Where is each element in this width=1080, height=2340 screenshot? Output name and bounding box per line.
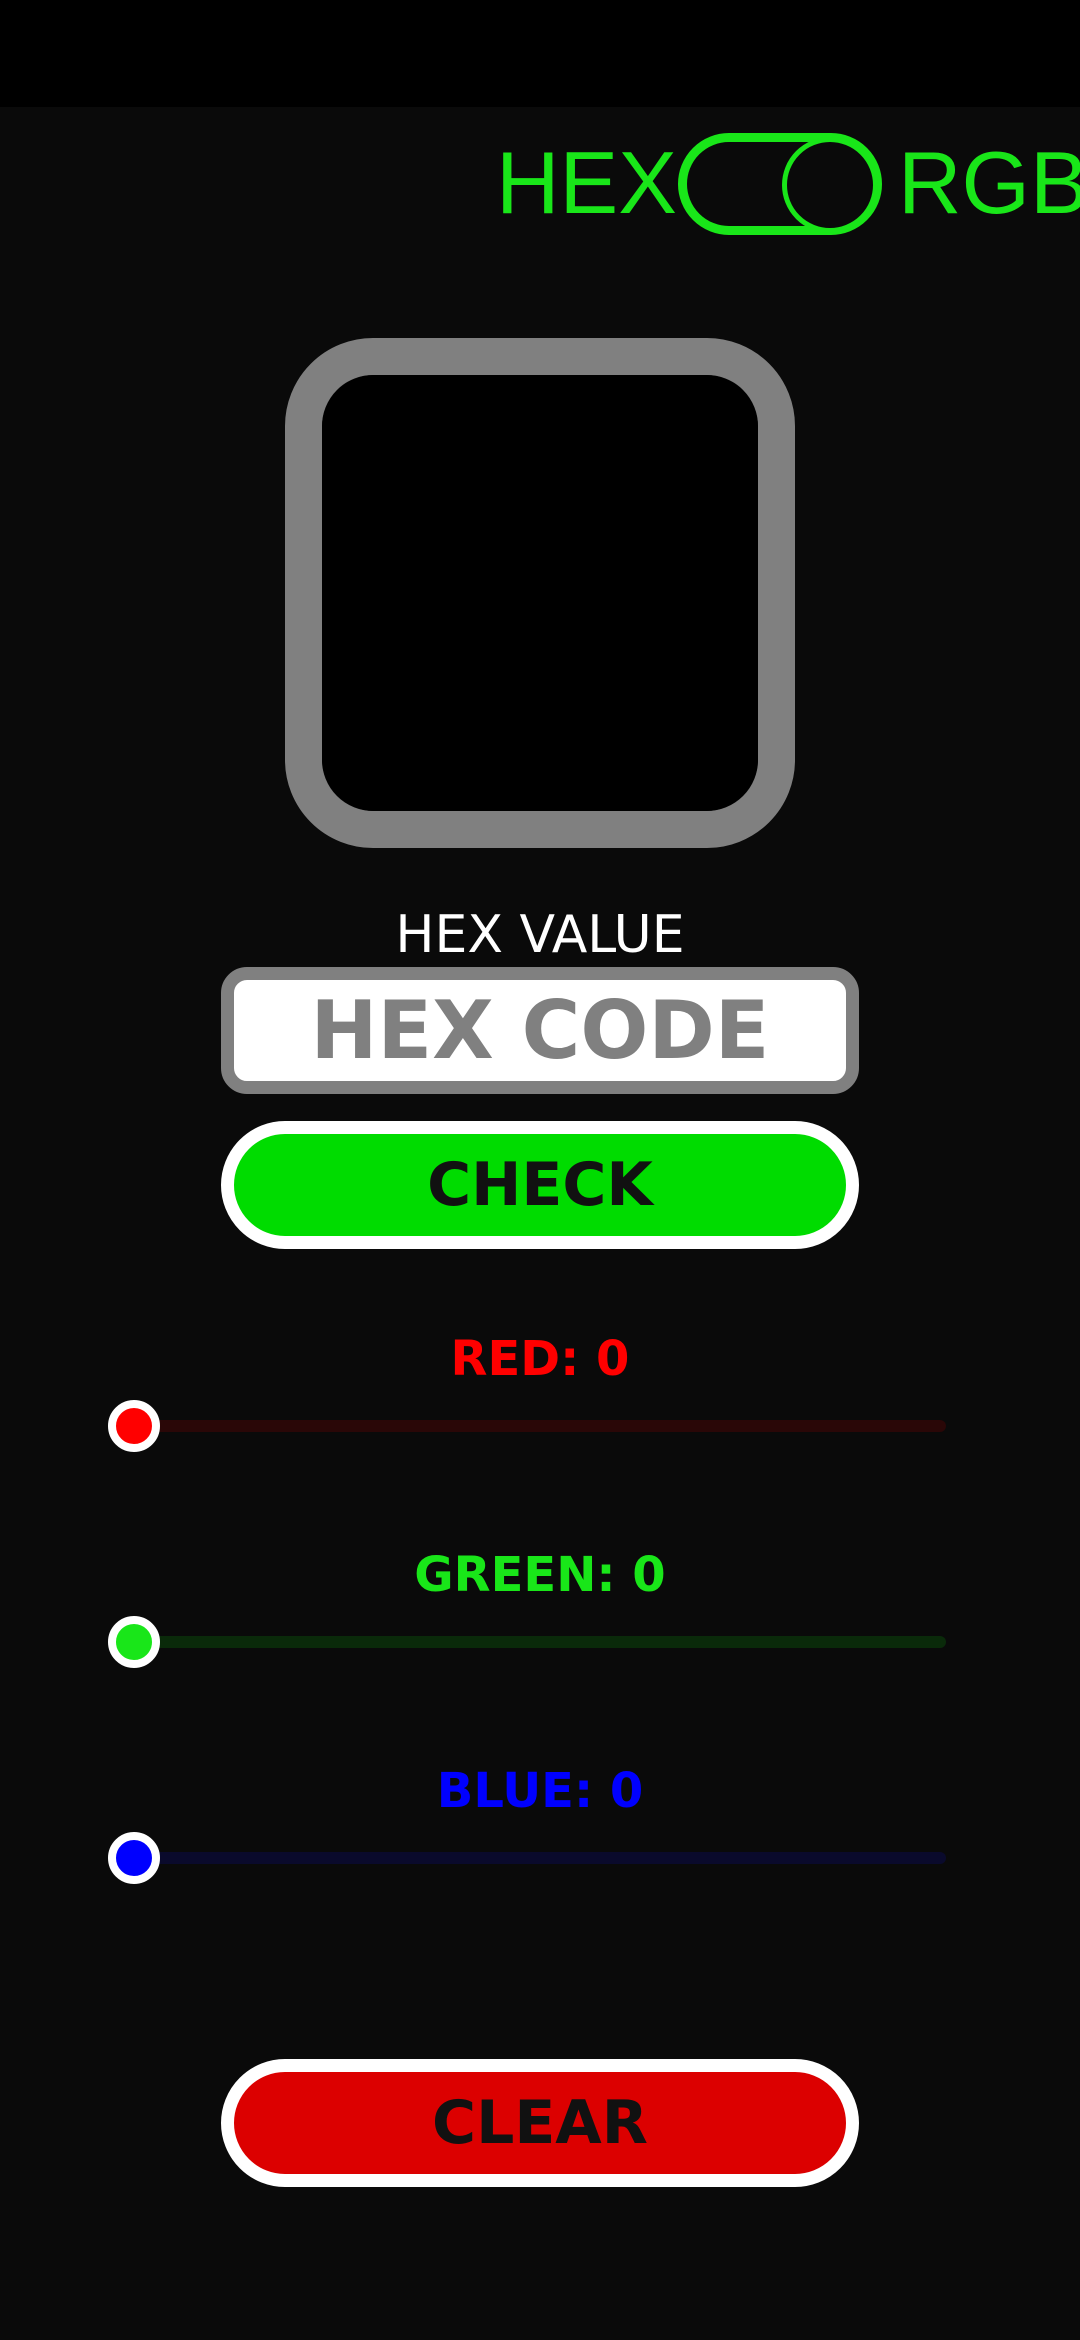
color-preview-swatch [322,375,758,811]
hex-rgb-mode-switch[interactable] [678,133,882,235]
hex-code-input[interactable] [221,967,859,1094]
green-slider-track[interactable] [134,1636,946,1648]
rgb-mode-label: RGB [898,133,1080,232]
hex-mode-label: HEX [496,133,677,232]
color-preview-frame [285,338,795,848]
red-slider-track[interactable] [134,1420,946,1432]
red-slider-thumb[interactable] [108,1400,160,1452]
mode-switch-thumb[interactable] [782,137,878,233]
check-button[interactable]: CHECK [221,1121,859,1249]
green-slider-thumb[interactable] [108,1616,160,1668]
blue-slider-thumb[interactable] [108,1832,160,1884]
clear-button[interactable]: CLEAR [221,2059,859,2187]
blue-value-label: BLUE: 0 [436,1763,644,1819]
hex-value-label: HEX VALUE [395,905,685,965]
status-bar [0,0,1080,107]
red-value-label: RED: 0 [450,1331,630,1387]
blue-slider-track[interactable] [134,1852,946,1864]
green-value-label: GREEN: 0 [414,1547,666,1603]
